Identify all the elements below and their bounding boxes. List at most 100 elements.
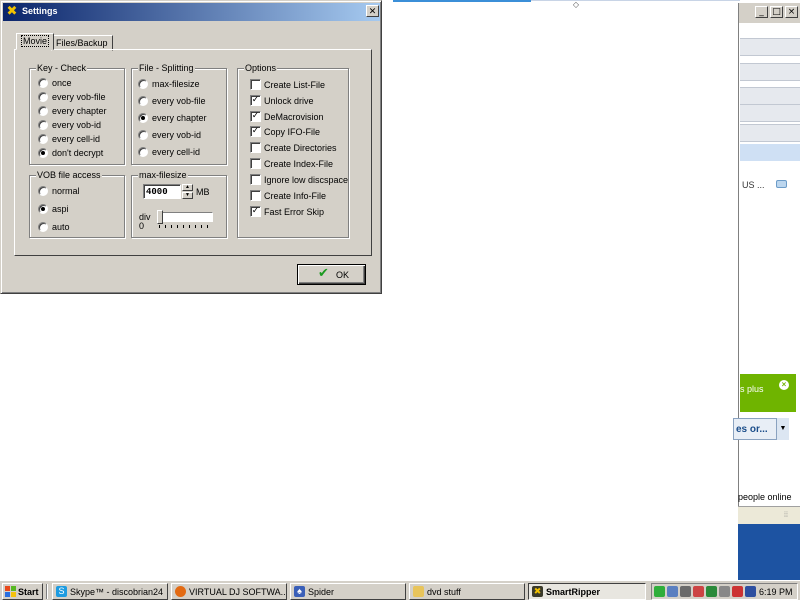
- option-label: aspi: [52, 204, 69, 214]
- taskbar: Start S Skype™ - discobrian24 VIRTUAL DJ…: [0, 580, 800, 600]
- checkbox[interactable]: [250, 158, 261, 169]
- radio-button[interactable]: [138, 147, 148, 157]
- max-filesize-input[interactable]: 4000: [143, 184, 181, 199]
- background-tab-strip: [740, 63, 800, 81]
- option-label: Create Index-File: [264, 159, 334, 169]
- taskbar-item-label: Spider: [308, 587, 335, 597]
- group-title: max-filesize: [138, 170, 188, 180]
- maximize-button[interactable]: □: [770, 6, 783, 18]
- taskbar-separator: [46, 584, 48, 599]
- start-label: Start: [18, 587, 39, 597]
- antivirus-tray-icon[interactable]: [693, 586, 704, 597]
- background-tab-strip: [740, 104, 800, 122]
- spin-up-button[interactable]: ▲: [182, 184, 193, 191]
- option-label: every vob-id: [52, 120, 102, 130]
- monitor-tray-icon[interactable]: [680, 586, 691, 597]
- taskbar-item-label: SmartRipper: [546, 587, 601, 597]
- connection-tray-icon[interactable]: [745, 586, 756, 597]
- minimize-button[interactable]: _: [755, 6, 768, 18]
- taskbar-item-label: dvd stuff: [427, 587, 461, 597]
- radio-button[interactable]: [38, 204, 48, 214]
- option-label: every vob-file: [152, 96, 206, 106]
- background-promo-banner[interactable]: s plus: [740, 374, 796, 412]
- taskbar-item-dvd-stuff[interactable]: dvd stuff: [409, 583, 525, 600]
- option-label: Unlock drive: [264, 96, 314, 106]
- taskbar-item-smartripper[interactable]: ✖ SmartRipper: [528, 583, 646, 600]
- option-label: every cell-id: [52, 134, 101, 144]
- taskbar-item-label: Skype™ - discobrian24: [70, 587, 164, 597]
- checkbox[interactable]: [250, 190, 261, 201]
- radio-button[interactable]: [138, 113, 148, 123]
- video-camera-icon[interactable]: [776, 180, 787, 188]
- checkbox[interactable]: ✓: [250, 95, 261, 106]
- folder-icon: [413, 586, 424, 597]
- option-label: every cell-id: [152, 147, 201, 157]
- close-button[interactable]: ✕: [366, 5, 379, 17]
- background-tab-strip: [740, 87, 800, 105]
- radio-button[interactable]: [38, 148, 48, 158]
- filesize-unit: MB: [196, 187, 210, 197]
- desktop-background: [738, 524, 800, 580]
- taskbar-item-spider[interactable]: ♠ Spider: [290, 583, 406, 600]
- group-title: VOB file access: [36, 170, 102, 180]
- skype-icon: S: [56, 586, 67, 597]
- volume-tray-icon[interactable]: [719, 586, 730, 597]
- group-title: Options: [244, 63, 278, 73]
- skype-tray-icon[interactable]: [654, 586, 665, 597]
- radio-button[interactable]: [38, 222, 48, 232]
- radio-button[interactable]: [38, 78, 48, 88]
- background-country-text: US ...: [742, 180, 765, 190]
- taskbar-item-skype[interactable]: S Skype™ - discobrian24: [52, 583, 168, 600]
- checkbox[interactable]: [250, 142, 261, 153]
- radio-button[interactable]: [38, 120, 48, 130]
- promo-close-icon[interactable]: ×: [779, 380, 789, 390]
- option-label: Fast Error Skip: [264, 207, 325, 217]
- windows-logo-icon: [5, 586, 17, 597]
- security-tray-icon[interactable]: [732, 586, 743, 597]
- option-label: don't decrypt: [52, 148, 104, 158]
- radio-button[interactable]: [38, 134, 48, 144]
- background-tab-strip: [740, 38, 800, 56]
- chevron-down-icon[interactable]: ▼: [776, 418, 789, 440]
- background-window-titlebar-edge: [393, 0, 531, 2]
- div-slider-track[interactable]: [158, 212, 213, 222]
- option-label: auto: [52, 222, 70, 232]
- checkbox[interactable]: ✓: [250, 126, 261, 137]
- option-label: Create Info-File: [264, 191, 327, 201]
- radio-button[interactable]: [138, 79, 148, 89]
- group-title: File - Splitting: [138, 63, 195, 73]
- resize-grip-icon[interactable]: ⁞⁞: [784, 512, 796, 522]
- tab-movie[interactable]: Movie: [16, 33, 55, 50]
- close-button[interactable]: ×: [785, 6, 798, 18]
- option-label: every chapter: [52, 106, 107, 116]
- network-tray-icon[interactable]: [667, 586, 678, 597]
- option-label: Ignore low discspace: [264, 175, 349, 185]
- taskbar-item-virtual-dj[interactable]: VIRTUAL DJ SOFTWA...: [171, 583, 287, 600]
- background-selected-row: [740, 144, 800, 161]
- dialog-title: Settings: [22, 6, 58, 16]
- spin-down-button[interactable]: ▼: [182, 192, 193, 199]
- start-button[interactable]: Start: [2, 583, 43, 600]
- app-tray-icon[interactable]: [706, 586, 717, 597]
- dialog-titlebar[interactable]: ✖ Settings ✕: [3, 3, 380, 21]
- option-label: Copy IFO-File: [264, 127, 321, 137]
- radio-button[interactable]: [38, 186, 48, 196]
- tab-label: Files/Backup: [56, 38, 108, 48]
- radio-button[interactable]: [38, 106, 48, 116]
- option-label: normal: [52, 186, 80, 196]
- checkbox[interactable]: ✓: [250, 206, 261, 217]
- option-label: max-filesize: [152, 79, 200, 89]
- radio-button[interactable]: [138, 96, 148, 106]
- ok-button[interactable]: ✔ OK: [297, 264, 366, 285]
- radio-button[interactable]: [38, 92, 48, 102]
- ok-label: OK: [336, 270, 350, 280]
- tab-label: Movie: [21, 35, 50, 47]
- checkbox[interactable]: [250, 79, 261, 90]
- option-label: Create List-File: [264, 80, 326, 90]
- background-tab-strip: [740, 124, 800, 142]
- div-slider-thumb[interactable]: [157, 210, 163, 224]
- radio-button[interactable]: [138, 130, 148, 140]
- option-label: every chapter: [152, 113, 207, 123]
- checkbox[interactable]: ✓: [250, 111, 261, 122]
- checkbox[interactable]: [250, 174, 261, 185]
